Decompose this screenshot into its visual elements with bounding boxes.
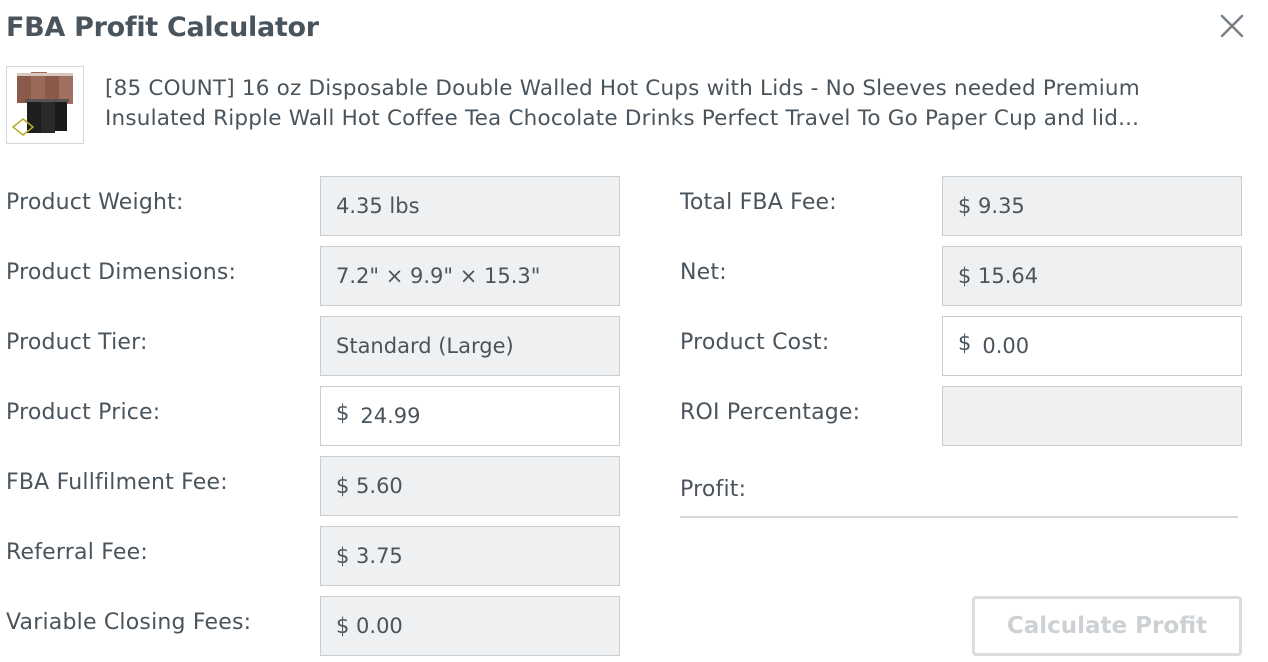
currency-symbol: $ [958,331,972,355]
variable-closing-fees-field: $ 0.00 [320,596,620,656]
net-field: $ 15.64 [942,246,1242,306]
total-fba-fee-label: Total FBA Fee: [680,190,837,215]
net-label: Net: [680,260,727,285]
currency-symbol: $ [336,401,350,425]
variable-closing-fees-label: Variable Closing Fees: [6,610,252,635]
product-thumbnail [6,66,84,144]
fba-fulfilment-fee-field: $ 5.60 [320,456,620,516]
product-tier-field: Standard (Large) [320,316,620,376]
product-price-input[interactable]: $ 24.99 [320,386,620,446]
fba-fulfilment-fee-label: FBA Fullfilment Fee: [6,470,228,495]
roi-percentage-label: ROI Percentage: [680,400,861,425]
profit-divider [680,516,1238,518]
referral-fee-label: Referral Fee: [6,540,148,565]
close-icon[interactable] [1216,10,1248,42]
roi-percentage-field [942,386,1242,446]
dialog-title: FBA Profit Calculator [6,12,319,43]
referral-fee-field: $ 3.75 [320,526,620,586]
total-fba-fee-field: $ 9.35 [942,176,1242,236]
product-dimensions-label: Product Dimensions: [6,260,237,285]
product-weight-field: 4.35 lbs [320,176,620,236]
product-price-label: Product Price: [6,400,161,425]
product-cost-label: Product Cost: [680,330,830,355]
calculate-profit-button[interactable]: Calculate Profit [972,596,1242,656]
product-price-value[interactable]: 24.99 [360,404,420,428]
product-tier-label: Product Tier: [6,330,148,355]
product-cost-value[interactable]: 0.00 [982,334,1029,358]
profit-label: Profit: [680,477,747,502]
product-title: [85 COUNT] 16 oz Disposable Double Walle… [105,76,1140,131]
product-weight-label: Product Weight: [6,190,184,215]
product-cost-input[interactable]: $ 0.00 [942,316,1242,376]
product-dimensions-field: 7.2" × 9.9" × 15.3" [320,246,620,306]
